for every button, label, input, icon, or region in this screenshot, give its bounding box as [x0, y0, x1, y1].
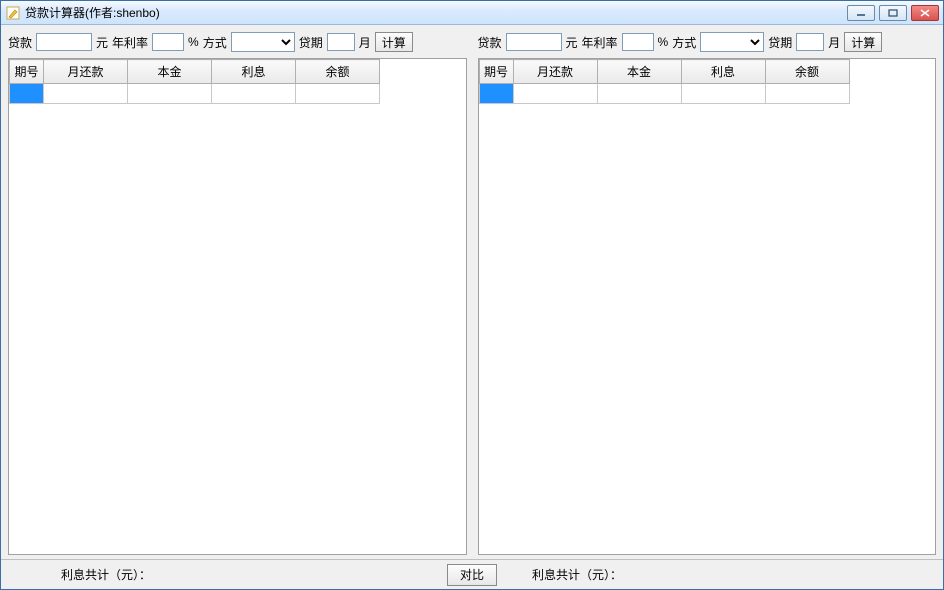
method-select[interactable]	[231, 32, 295, 52]
loan-unit: 元	[96, 34, 108, 51]
footer-right: 利息共计（元）：	[472, 566, 943, 583]
cell-payment[interactable]	[44, 84, 128, 104]
period-input[interactable]	[327, 33, 355, 51]
col-balance[interactable]: 余额	[296, 60, 380, 84]
left-table: 期号 月还款 本金 利息 余额	[9, 59, 380, 104]
period-unit: 月	[359, 34, 371, 51]
col-principal[interactable]: 本金	[597, 60, 681, 84]
app-icon	[5, 5, 21, 21]
window-title: 贷款计算器(作者:shenbo)	[25, 4, 847, 21]
rate-input[interactable]	[622, 33, 654, 51]
window-controls	[847, 5, 939, 21]
cell-interest[interactable]	[212, 84, 296, 104]
cell-balance[interactable]	[765, 84, 849, 104]
left-toolbar: 贷款 元 年利率 % 方式 贷期 月 计算	[4, 28, 471, 58]
compare-button[interactable]: 对比	[447, 564, 497, 586]
cell-balance[interactable]	[296, 84, 380, 104]
selected-cell[interactable]	[10, 84, 44, 104]
col-interest[interactable]: 利息	[681, 60, 765, 84]
rate-input[interactable]	[152, 33, 184, 51]
period-unit: 月	[828, 34, 840, 51]
close-button[interactable]	[911, 5, 939, 21]
rate-unit: %	[658, 35, 669, 49]
cell-payment[interactable]	[513, 84, 597, 104]
loan-label: 贷款	[478, 34, 502, 51]
col-principal[interactable]: 本金	[128, 60, 212, 84]
loan-unit: 元	[566, 34, 578, 51]
rate-label: 年利率	[112, 34, 148, 51]
method-label: 方式	[203, 34, 227, 51]
main-window: 贷款计算器(作者:shenbo) 贷款 元 年利率	[0, 0, 944, 590]
interest-total-left: 利息共计（元）：	[61, 566, 151, 583]
loan-input[interactable]	[506, 33, 562, 51]
loan-label: 贷款	[8, 34, 32, 51]
cell-principal[interactable]	[128, 84, 212, 104]
period-label: 贷期	[768, 34, 792, 51]
left-grid[interactable]: 期号 月还款 本金 利息 余额	[8, 58, 467, 555]
titlebar: 贷款计算器(作者:shenbo)	[1, 1, 943, 25]
method-select[interactable]	[700, 32, 764, 52]
maximize-button[interactable]	[879, 5, 907, 21]
col-idx[interactable]: 期号	[479, 60, 513, 84]
table-row[interactable]	[10, 84, 380, 104]
rate-label: 年利率	[582, 34, 618, 51]
panes: 贷款 元 年利率 % 方式 贷期 月 计算	[1, 25, 943, 559]
right-table: 期号 月还款 本金 利息 余额	[479, 59, 850, 104]
cell-principal[interactable]	[597, 84, 681, 104]
calc-button[interactable]: 计算	[844, 32, 882, 52]
content-area: 贷款 元 年利率 % 方式 贷期 月 计算	[1, 25, 943, 589]
col-idx[interactable]: 期号	[10, 60, 44, 84]
col-payment[interactable]: 月还款	[513, 60, 597, 84]
selected-cell[interactable]	[479, 84, 513, 104]
col-payment[interactable]: 月还款	[44, 60, 128, 84]
right-grid[interactable]: 期号 月还款 本金 利息 余额	[478, 58, 937, 555]
right-toolbar: 贷款 元 年利率 % 方式 贷期 月 计算	[474, 28, 941, 58]
calc-button[interactable]: 计算	[375, 32, 413, 52]
footer-left: 利息共计（元）：	[1, 566, 472, 583]
loan-input[interactable]	[36, 33, 92, 51]
left-pane: 贷款 元 年利率 % 方式 贷期 月 计算	[4, 28, 471, 559]
right-pane: 贷款 元 年利率 % 方式 贷期 月 计算	[474, 28, 941, 559]
footer: 利息共计（元）： 对比 利息共计（元）：	[1, 559, 943, 589]
period-input[interactable]	[796, 33, 824, 51]
period-label: 贷期	[299, 34, 323, 51]
rate-unit: %	[188, 35, 199, 49]
minimize-button[interactable]	[847, 5, 875, 21]
col-balance[interactable]: 余额	[765, 60, 849, 84]
method-label: 方式	[672, 34, 696, 51]
table-row[interactable]	[479, 84, 849, 104]
interest-total-right: 利息共计（元）：	[532, 566, 622, 583]
cell-interest[interactable]	[681, 84, 765, 104]
col-interest[interactable]: 利息	[212, 60, 296, 84]
